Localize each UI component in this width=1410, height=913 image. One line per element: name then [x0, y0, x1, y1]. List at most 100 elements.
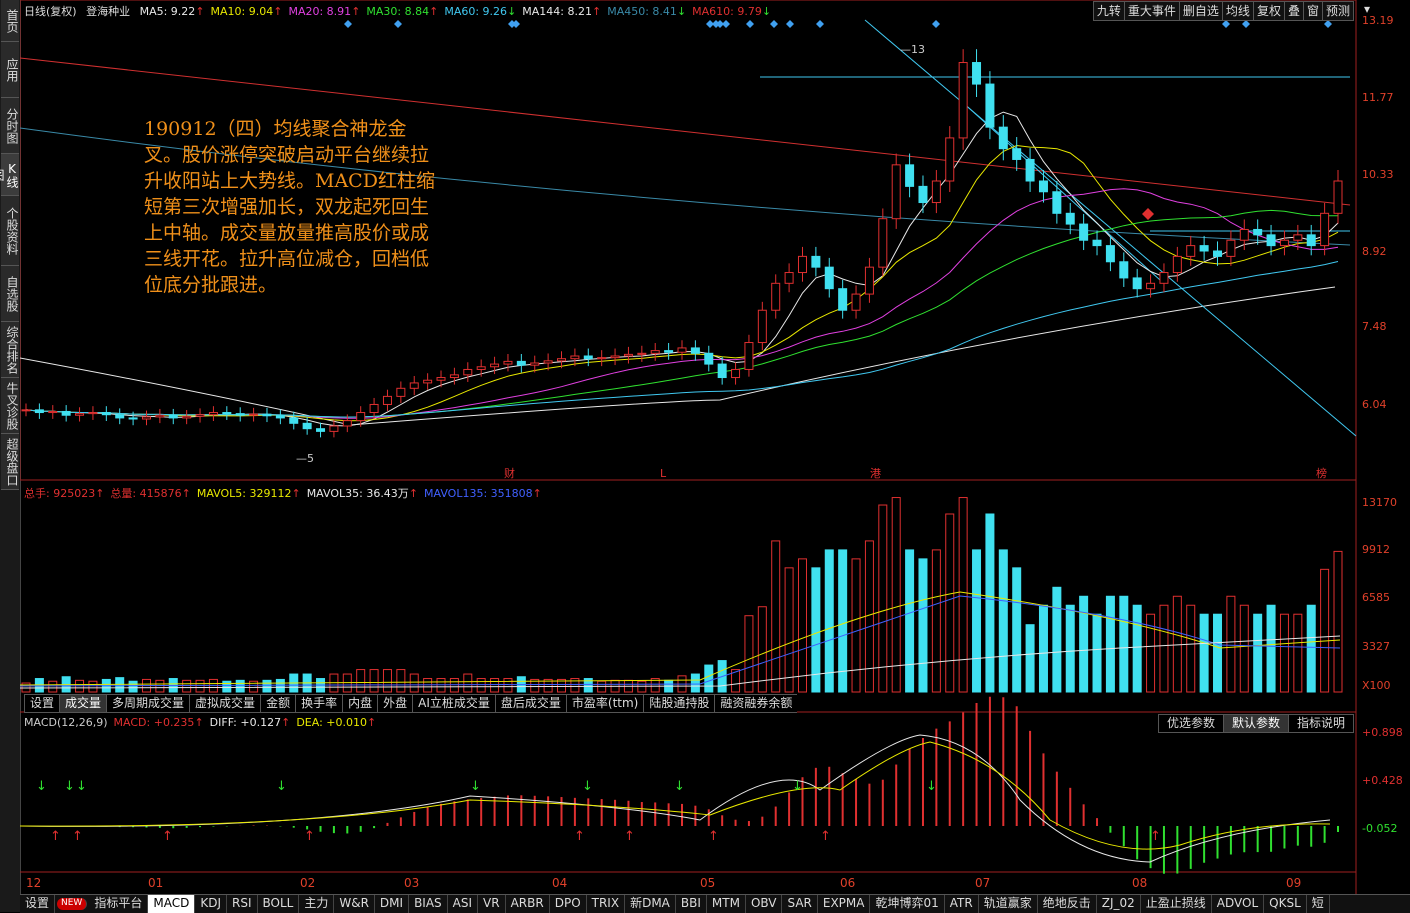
volume-tab-9[interactable]: 盘后成交量 — [494, 694, 566, 713]
candle-body — [530, 362, 540, 366]
candle-body — [570, 355, 580, 360]
indicator-tab-17[interactable]: BBI — [676, 895, 707, 913]
diamond-marker — [1242, 20, 1250, 28]
indicator-tab-25[interactable]: 绝地反击 — [1038, 895, 1097, 913]
indicator-tab-30[interactable]: 短 — [1307, 895, 1330, 913]
indicator-tab-15[interactable]: TRIX — [587, 895, 626, 913]
volume-tab-12[interactable]: 融资融券余额 — [714, 694, 798, 713]
event-marker: L — [660, 467, 667, 480]
low-marker: —5 — [296, 452, 314, 465]
sidebar-tab-5[interactable]: 自选股 — [1, 266, 19, 322]
volume-tab-3[interactable]: 虚拟成交量 — [189, 694, 261, 713]
indicator-tab-23[interactable]: ATR — [945, 895, 979, 913]
axis-label: X100 — [1362, 679, 1391, 692]
toolbar-btn-6[interactable]: 窗 — [1302, 1, 1322, 21]
macd-tab-0[interactable]: 优选参数 — [1157, 714, 1223, 733]
volume-tab-6[interactable]: 内盘 — [342, 694, 378, 713]
toolbar-btn-0[interactable]: 九转 — [1092, 1, 1124, 21]
sidebar-tab-8[interactable]: 超级盘口 — [1, 434, 19, 490]
volume-tab-8[interactable]: AI立桩成交量 — [412, 694, 495, 713]
ma-trend-arrow-4: ↓ — [507, 5, 517, 18]
toolbar-btn-4[interactable]: 复权 — [1252, 1, 1284, 21]
toolbar-btn-3[interactable]: 均线 — [1221, 1, 1253, 21]
toolbar-btn-1[interactable]: 重大事件 — [1123, 1, 1179, 21]
indicator-tab-22[interactable]: 乾坤博弈01 — [870, 895, 945, 913]
macd-tab-2[interactable]: 指标说明 — [1287, 714, 1354, 733]
axis-label: +0.428 — [1362, 774, 1403, 787]
sidebar-tab-0[interactable]: 首页 — [1, 0, 19, 42]
volume-bar — [945, 513, 955, 693]
indicator-tab-10[interactable]: BIAS — [409, 895, 448, 913]
period-label[interactable]: 日线(复权) — [24, 5, 77, 18]
candle-body — [396, 387, 406, 397]
indicator-tab-29[interactable]: QKSL — [1264, 895, 1307, 913]
candle-body — [717, 363, 727, 379]
sidebar-tab-2[interactable]: 分时图 — [1, 98, 19, 154]
volume-tab-2[interactable]: 多周期成交量 — [106, 694, 190, 713]
indicator-tab-0[interactable]: 设置 — [20, 895, 56, 913]
mavol5-line — [20, 591, 1341, 686]
price-axis: 13.19 11.77 10.33 8.92 7.48 6.04 — [1358, 0, 1410, 480]
indicator-tab-18[interactable]: MTM — [707, 895, 746, 913]
volume-tab-10[interactable]: 市盈率(ttm) — [565, 694, 644, 713]
ma-trend-arrow-1: ↑ — [273, 5, 283, 18]
sidebar-tab-3[interactable]: K线图 — [0, 154, 19, 196]
indicator-tab-4[interactable]: KDJ — [195, 895, 227, 913]
signal-arrow: ↑ — [574, 829, 585, 844]
signal-arrow: ↑ — [304, 829, 315, 844]
legend-item-4: MAVOL135: 351808↑ — [424, 487, 542, 500]
indicator-tab-16[interactable]: 新DMA — [625, 895, 676, 913]
toolbar-btn-2[interactable]: 删自选 — [1178, 1, 1222, 21]
indicator-tab-11[interactable]: ASI — [448, 895, 479, 913]
indicator-tab-24[interactable]: 轨道赢家 — [979, 895, 1038, 913]
sidebar-tab-6[interactable]: 综合排名 — [1, 322, 19, 378]
candle-body — [61, 410, 71, 416]
sidebar-tab-4[interactable]: 个股资料 — [1, 196, 19, 266]
volume-bar — [182, 679, 192, 693]
toolbar-btn-5[interactable]: 叠 — [1283, 1, 1303, 21]
volume-tab-1[interactable]: 成交量 — [59, 694, 107, 713]
indicator-tab-7[interactable]: 主力 — [299, 895, 335, 913]
indicator-tab-6[interactable]: BOLL — [258, 895, 300, 913]
indicator-tab-21[interactable]: EXPMA — [818, 895, 871, 913]
dea-line — [20, 741, 1331, 850]
indicator-tab-1[interactable]: NEW — [57, 898, 88, 910]
date-label: 07 — [975, 876, 991, 890]
volume-tab-0[interactable]: 设置 — [24, 694, 60, 713]
indicator-tab-8[interactable]: W&R — [334, 895, 375, 913]
analysis-annotation: 190912（四）均线聚合神龙金叉。股价涨停突破启动平台继续拉升收阳站上大势线。… — [144, 118, 435, 296]
volume-bar — [985, 513, 995, 693]
volume-tab-11[interactable]: 陆股通持股 — [643, 694, 715, 713]
candle-body — [1253, 228, 1263, 236]
indicator-tab-12[interactable]: VR — [478, 895, 506, 913]
candle-body — [557, 358, 567, 362]
volume-bar — [1172, 595, 1182, 693]
indicator-tab-13[interactable]: ARBR — [506, 895, 550, 913]
candle-body — [21, 409, 31, 412]
macd-tab-1[interactable]: 默认参数 — [1222, 714, 1288, 733]
candle-body — [155, 414, 165, 418]
volume-tab-4[interactable]: 金额 — [260, 694, 296, 713]
indicator-tab-3[interactable]: MACD — [148, 895, 196, 913]
volume-tab-5[interactable]: 换手率 — [295, 694, 343, 713]
candle-body — [275, 415, 285, 419]
sidebar-tab-1[interactable]: 应用 — [1, 42, 19, 98]
indicator-tab-19[interactable]: OBV — [746, 895, 783, 913]
indicator-tab-27[interactable]: 止盈止损线 — [1141, 895, 1212, 913]
candle-body — [784, 272, 794, 284]
indicator-tab-26[interactable]: ZJ_02 — [1097, 895, 1141, 913]
candle-body — [1279, 239, 1289, 247]
toolbar-btn-7[interactable]: 预测 — [1321, 1, 1354, 21]
indicator-tab-28[interactable]: ADVOL — [1212, 895, 1265, 913]
candle-body — [797, 255, 807, 274]
indicator-tab-5[interactable]: RSI — [227, 895, 258, 913]
diamond-marker — [512, 20, 520, 28]
indicator-tab-2[interactable]: 指标平台 — [89, 895, 149, 913]
indicator-tab-14[interactable]: DPO — [550, 895, 587, 913]
sidebar-tab-7[interactable]: 牛叉诊股 — [1, 378, 19, 434]
indicator-tab-20[interactable]: SAR — [782, 895, 818, 913]
legend-trend-arrow-0: ↑ — [95, 487, 105, 500]
candle-body — [329, 425, 339, 432]
indicator-tab-9[interactable]: DMI — [375, 895, 410, 913]
volume-tab-7[interactable]: 外盘 — [377, 694, 413, 713]
